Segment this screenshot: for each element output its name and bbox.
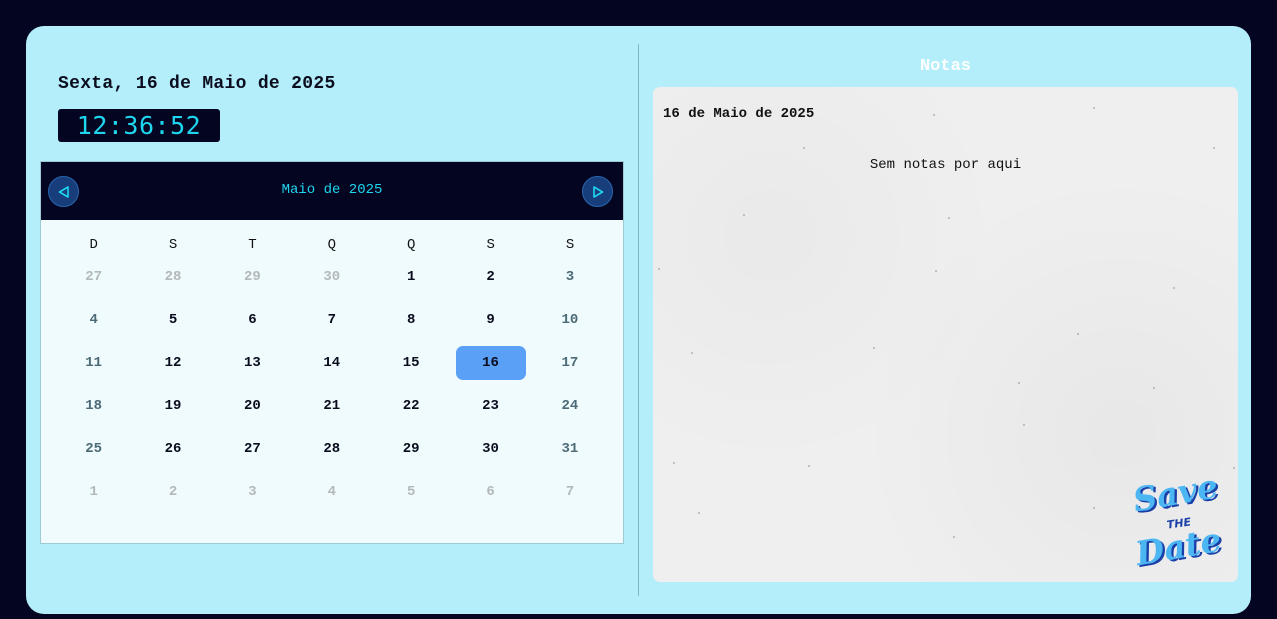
app-panel: Sexta, 16 de Maio de 2025 12:36:52 Maio … (26, 26, 1251, 614)
calendar-day[interactable]: 5 (376, 475, 446, 509)
calendar-day[interactable]: 11 (59, 346, 129, 380)
paper-speck (1093, 107, 1095, 109)
paper-speck (1213, 147, 1215, 149)
calendar-day[interactable]: 25 (59, 432, 129, 466)
paper-speck (673, 462, 675, 464)
calendar-day[interactable]: 8 (376, 303, 446, 337)
calendar-day[interactable]: 3 (217, 475, 287, 509)
calendar-day[interactable]: 14 (297, 346, 367, 380)
calendar-day[interactable]: 13 (217, 346, 287, 380)
calendar-day[interactable]: 31 (535, 432, 605, 466)
paper-speck (948, 217, 950, 219)
calendar-day[interactable]: 6 (456, 475, 526, 509)
calendar-day[interactable]: 23 (456, 389, 526, 423)
paper-speck (1093, 507, 1095, 509)
panel-divider (638, 44, 639, 596)
calendar-day[interactable]: 27 (217, 432, 287, 466)
calendar-week-row: 1234567 (54, 475, 610, 509)
weekday-label: S (565, 237, 575, 253)
calendar-day[interactable]: 29 (376, 432, 446, 466)
calendar-day[interactable]: 7 (535, 475, 605, 509)
save-the-date-logo: Save Save THE Date Date (1130, 472, 1227, 570)
calendar-day[interactable]: 10 (535, 303, 605, 337)
paper-speck (808, 465, 810, 467)
calendar-day[interactable]: 28 (297, 432, 367, 466)
weekday-label: T (248, 237, 257, 253)
paper-speck (933, 114, 935, 116)
weekday-label: S (168, 237, 178, 253)
month-title: Maio de 2025 (281, 182, 383, 198)
calendar-week-row: 4 5 6 7 8 9 10 (54, 303, 610, 337)
weekday-label: D (89, 237, 98, 253)
calendar-day[interactable]: 30 (456, 432, 526, 466)
current-date-title: Sexta, 16 de Maio de 2025 (58, 74, 336, 94)
calendar-day[interactable]: 26 (138, 432, 208, 466)
svg-text:Save: Save (1130, 472, 1221, 520)
notes-date: 16 de Maio de 2025 (663, 106, 815, 122)
paper-speck (803, 147, 805, 149)
calendar-day[interactable]: 18 (59, 389, 129, 423)
calendar-week-row: 27 28 29 30 1 2 3 (54, 260, 610, 294)
paper-speck (1173, 287, 1175, 289)
paper-speck (935, 270, 937, 272)
calendar-day[interactable]: 2 (138, 475, 208, 509)
calendar-day[interactable]: 30 (297, 260, 367, 294)
calendar-week-row: 25 26 27 28 29 30 31 (54, 432, 610, 466)
paper-speck (1077, 333, 1079, 335)
paper-speck (953, 536, 955, 538)
calendar-day[interactable]: 5 (138, 303, 208, 337)
calendar-day[interactable]: 24 (535, 389, 605, 423)
calendar-day[interactable]: 2 (456, 260, 526, 294)
calendar-day[interactable]: 7 (297, 303, 367, 337)
calendar: Maio de 2025 D S T Q Q S S 27 28 29 30 1 2 3 4 5… (40, 161, 624, 544)
calendar-day[interactable]: 28 (138, 260, 208, 294)
calendar-day[interactable]: 6 (217, 303, 287, 337)
paper-speck (691, 352, 693, 354)
calendar-day[interactable]: 19 (138, 389, 208, 423)
paper-speck (1233, 467, 1235, 469)
calendar-day[interactable]: 20 (217, 389, 287, 423)
calendar-week-row: 11 12 13 14 15 16 17 (54, 346, 610, 380)
weekday-label: Q (407, 237, 416, 253)
weekday-label: Q (327, 237, 337, 253)
calendar-day[interactable]: 4 (59, 303, 129, 337)
calendar-header: Maio de 2025 (41, 162, 623, 220)
calendar-day[interactable]: 1 (59, 475, 129, 509)
paper-speck (873, 347, 875, 349)
calendar-day[interactable]: 3 (535, 260, 605, 294)
digital-clock: 12:36:52 (58, 109, 220, 142)
weekday-header-row: D S T Q Q S S (54, 237, 610, 253)
calendar-day[interactable]: 29 (217, 260, 287, 294)
paper-speck (743, 214, 745, 216)
paper-speck (698, 512, 700, 514)
calendar-day[interactable]: 27 (59, 260, 129, 294)
calendar-day[interactable]: 12 (138, 346, 208, 380)
notes-empty-message: Sem notas por aqui (869, 157, 1022, 173)
paper-speck (1023, 424, 1025, 426)
calendar-day[interactable]: 21 (297, 389, 367, 423)
calendar-day[interactable]: 15 (376, 346, 446, 380)
notes-panel: 16 de Maio de 2025 Sem notas por aqui Sa… (653, 87, 1238, 582)
calendar-day[interactable]: 9 (456, 303, 526, 337)
next-month-button[interactable] (582, 176, 613, 207)
calendar-day[interactable]: 4 (297, 475, 367, 509)
calendar-week-row: 18 19 20 21 22 23 24 (54, 389, 610, 423)
calendar-day[interactable]: 22 (376, 389, 446, 423)
notes-title: Notas (919, 57, 971, 76)
paper-speck (1153, 387, 1155, 389)
paper-speck (1018, 382, 1020, 384)
triangle-right-icon (592, 185, 603, 198)
calendar-day[interactable]: 1 (376, 260, 446, 294)
calendar-day[interactable]: 17 (535, 346, 605, 380)
calendar-day-selected[interactable]: 16 (455, 346, 526, 380)
paper-speck (658, 268, 660, 270)
weekday-label: S (486, 237, 495, 253)
